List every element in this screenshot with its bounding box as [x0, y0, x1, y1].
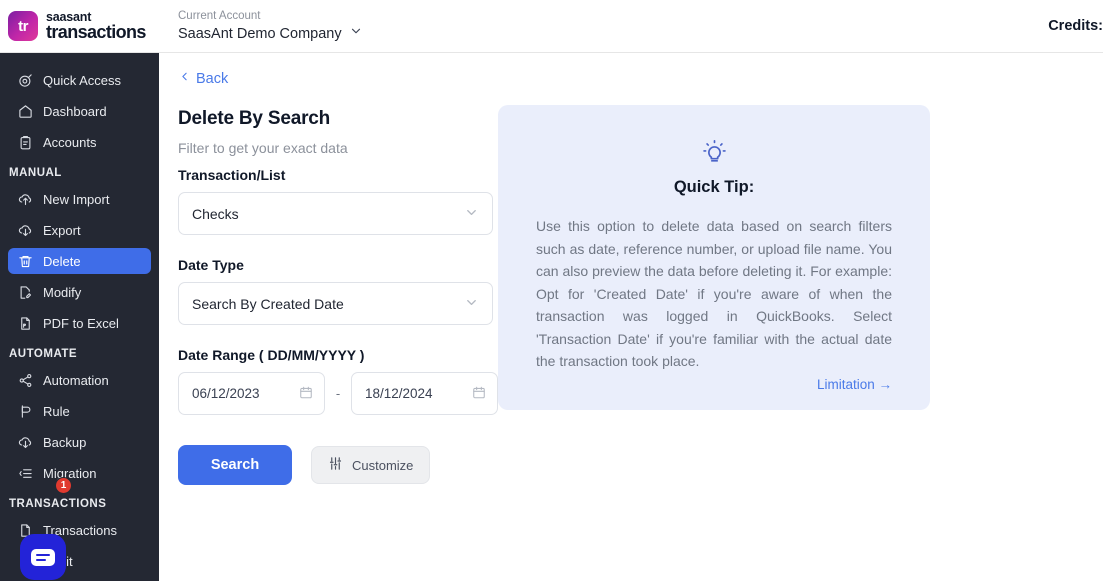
transactions-notification-badge: 1 [55, 477, 72, 494]
clipboard-icon [17, 134, 33, 150]
current-account-name: SaasAnt Demo Company [178, 25, 342, 42]
sidebar-item-quick-access[interactable]: Quick Access [8, 67, 151, 93]
sliders-icon [328, 456, 343, 474]
sidebar-item-label: Dashboard [43, 103, 107, 119]
transaction-list-group: Transaction/List Checks [178, 167, 498, 235]
chat-bubble-icon [31, 548, 55, 566]
sidebar-item-backup[interactable]: Backup [8, 429, 151, 455]
date-to-value: 18/12/2024 [365, 386, 433, 401]
sidebar-item-label: Backup [43, 434, 87, 450]
sidebar-item-label: New Import [43, 191, 110, 207]
date-range-label: Date Range ( DD/MM/YYYY ) [178, 347, 365, 363]
transaction-list-label: Transaction/List [178, 167, 286, 183]
sidebar-item-dashboard[interactable]: Dashboard [8, 98, 151, 124]
date-type-label: Date Type [178, 257, 244, 273]
search-button[interactable]: Search [178, 445, 292, 485]
sidebar-item-label: Automation [43, 372, 109, 388]
current-account-selector[interactable]: Current Account SaasAnt Demo Company [178, 0, 363, 53]
brand-wordmark: saasant transactions [46, 11, 146, 41]
transaction-list-select[interactable]: Checks [178, 192, 493, 235]
date-range-separator: - [335, 386, 341, 401]
quick-tip-text: Use this option to delete data based on … [536, 218, 892, 369]
sidebar-item-label: Delete [43, 253, 81, 269]
sidebar-item-pdf-to-excel[interactable]: PDF to Excel [8, 310, 151, 336]
date-to-input[interactable]: 18/12/2024 [351, 372, 498, 415]
quick-tip-body: Use this option to delete data based on … [536, 215, 892, 373]
sidebar-item-label: Modify [43, 284, 82, 300]
sidebar-item-modify[interactable]: Modify [8, 279, 151, 305]
sidebar-section-automate: AUTOMATE [9, 348, 78, 360]
quick-tip-title: Quick Tip: [673, 178, 755, 196]
download-cloud-icon [17, 222, 33, 238]
customize-button[interactable]: Customize [311, 446, 431, 484]
sidebar-nav: Quick Access Dashboard Accounts MANUAL N… [0, 53, 159, 581]
chevron-down-icon [464, 205, 479, 223]
search-filter-form: Transaction/List Checks Date Type Search… [178, 167, 498, 485]
quick-tip-panel: Quick Tip: Use this option to delete dat… [498, 105, 930, 410]
sidebar-item-label: Quick Access [43, 72, 122, 88]
calendar-icon[interactable] [472, 385, 486, 402]
brand-logo[interactable]: tr saasant transactions [0, 0, 159, 53]
upload-cloud-icon [17, 191, 33, 207]
sidebar-item-automation[interactable]: Automation [8, 367, 151, 393]
chevron-down-icon [349, 24, 363, 43]
sidebar-item-migration[interactable]: Migration [8, 460, 151, 486]
date-from-value: 06/12/2023 [192, 386, 260, 401]
date-range-row: 06/12/2023 - 18/12/2024 [178, 372, 498, 415]
sidebar-item-rule[interactable]: Rule [8, 398, 151, 424]
form-actions: Search Customize [178, 445, 498, 485]
sidebar-section-manual: MANUAL [9, 167, 62, 179]
current-account-row[interactable]: SaasAnt Demo Company [178, 24, 363, 43]
file-edit-icon [17, 284, 33, 300]
sidebar-item-label: PDF to Excel [43, 315, 119, 331]
back-button-label: Back [196, 70, 229, 87]
share-nodes-icon [17, 372, 33, 388]
date-range-group: Date Range ( DD/MM/YYYY ) 06/12/2023 - 1… [178, 347, 498, 415]
sidebar-item-label: Rule [43, 403, 70, 419]
lightbulb-icon [536, 139, 892, 166]
sidebar-item-export[interactable]: Export [8, 217, 151, 243]
download-cloud-icon [17, 434, 33, 450]
trash-icon [17, 253, 33, 269]
sidebar-section-transactions: TRANSACTIONS [9, 498, 107, 510]
sidebar-item-label: Export [43, 222, 81, 238]
calendar-icon[interactable] [299, 385, 313, 402]
sidebar-item-accounts[interactable]: Accounts [8, 129, 151, 155]
app-header: tr saasant transactions Current Account … [0, 0, 1103, 53]
date-from-input[interactable]: 06/12/2023 [178, 372, 325, 415]
megaphone-icon [17, 403, 33, 419]
back-button[interactable]: Back [178, 70, 228, 87]
current-account-label: Current Account [178, 10, 261, 22]
date-type-select[interactable]: Search By Created Date [178, 282, 493, 325]
chevron-left-icon [178, 70, 191, 87]
brand-name-bottom: transactions [46, 21, 146, 42]
saasant-logo-icon: tr [8, 11, 38, 41]
credits-label: Credits: [1048, 18, 1103, 34]
target-icon [17, 72, 33, 88]
sidebar-item-new-import[interactable]: New Import [8, 186, 151, 212]
sidebar-item-label: Migration [43, 465, 97, 481]
chat-widget-button[interactable] [20, 534, 66, 580]
list-indent-icon [17, 465, 33, 481]
date-type-value: Search By Created Date [192, 295, 344, 312]
home-icon [17, 103, 33, 119]
date-type-group: Date Type Search By Created Date [178, 257, 498, 325]
limitation-link[interactable]: Limitation → [536, 377, 892, 392]
sidebar-item-delete[interactable]: Delete [8, 248, 151, 274]
file-pdf-icon [17, 315, 33, 331]
customize-button-label: Customize [352, 457, 414, 473]
sidebar-item-label: Accounts [43, 134, 97, 150]
chevron-down-icon [464, 295, 479, 313]
transaction-list-value: Checks [192, 205, 239, 222]
